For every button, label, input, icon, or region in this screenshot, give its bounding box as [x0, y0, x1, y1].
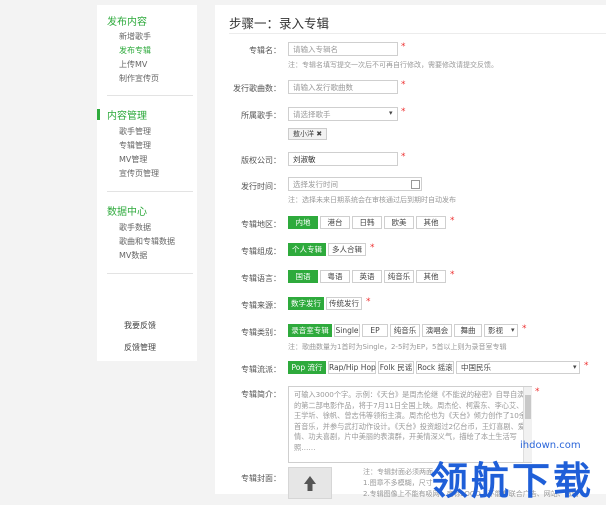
release-time-label: 发行时间：	[241, 182, 281, 191]
genre-option[interactable]: Pop 流行	[288, 361, 326, 374]
song-count-input[interactable]: 请输入发行歌曲数	[288, 80, 398, 94]
sidebar-item-artist-manage[interactable]: 歌手管理	[119, 126, 151, 137]
region-option[interactable]: 欧美	[384, 216, 414, 229]
release-time-input[interactable]: 选择发行时间	[288, 177, 422, 191]
sidebar-item-artist-data[interactable]: 歌手数据	[119, 222, 151, 233]
chevron-down-icon: ▾	[511, 326, 515, 334]
chevron-down-icon: ▾	[389, 109, 393, 117]
language-option[interactable]: 英语	[352, 270, 382, 283]
language-label: 专辑语言：	[241, 274, 281, 283]
main-panel: 步骤一：录入专辑 专辑名： 请输入专辑名 * 注：专辑名填写提交一次后不可再自行…	[215, 5, 606, 499]
genre-option[interactable]: Folk 民谣	[378, 361, 414, 374]
sidebar-item-song-album-data[interactable]: 歌曲和专辑数据	[119, 236, 175, 247]
sidebar: 发布内容 新增歌手 发布专辑 上传MV 制作宣传页 内容管理 歌手管理 专辑管理…	[97, 5, 197, 361]
album-name-hint: 注：专辑名填写提交一次后不可再自行修改，需要修改请提交反馈。	[288, 61, 498, 69]
category-option[interactable]: 录音室专辑	[288, 324, 332, 337]
sidebar-item-publish-album[interactable]: 发布专辑	[119, 45, 151, 56]
category-option[interactable]: Single	[334, 324, 360, 337]
group-option[interactable]: 个人专辑	[288, 243, 326, 256]
sidebar-item-mv-manage[interactable]: MV管理	[119, 154, 147, 165]
calendar-icon[interactable]	[411, 180, 420, 189]
section-title-manage: 内容管理	[107, 111, 147, 122]
release-time-hint: 注：选择未来日期系统会在审核通过后到期时自动发布	[288, 196, 456, 204]
language-option[interactable]: 其他	[416, 270, 446, 283]
category-option[interactable]: 舞曲	[454, 324, 482, 337]
sidebar-divider	[107, 191, 193, 192]
language-option[interactable]: 粤语	[320, 270, 350, 283]
required-mark: *	[450, 216, 455, 226]
required-mark: *	[584, 361, 589, 371]
language-option[interactable]: 纯音乐	[384, 270, 414, 283]
required-mark: *	[401, 107, 406, 117]
artist-select[interactable]: 请选择歌手	[288, 107, 398, 121]
required-mark: *	[535, 387, 540, 397]
watermark-logo: 领航下载	[430, 459, 595, 503]
artist-label: 所属歌手：	[241, 111, 281, 120]
required-mark: *	[370, 243, 375, 253]
region-label: 专辑地区：	[241, 220, 281, 229]
section-title-publish: 发布内容	[107, 17, 147, 28]
category-option[interactable]: 演唱会	[422, 324, 452, 337]
feedback-link[interactable]: 我要反馈	[124, 320, 156, 331]
feedback-manage-link[interactable]: 反馈管理	[124, 342, 156, 353]
sidebar-item-make-promo[interactable]: 制作宣传页	[119, 73, 159, 84]
sidebar-item-upload-mv[interactable]: 上传MV	[119, 59, 147, 70]
cover-hint: 注：专辑封面必须两面	[363, 468, 433, 476]
section-active-bar	[97, 109, 100, 120]
category-option[interactable]: EP	[362, 324, 388, 337]
genre-label: 专辑流派：	[241, 365, 281, 374]
required-mark: *	[450, 270, 455, 280]
album-name-label: 专辑名：	[249, 46, 281, 55]
genre-option[interactable]: Rap/Hip Hop	[328, 361, 376, 374]
copyright-label: 版权公司：	[241, 156, 281, 165]
song-count-label: 发行歌曲数：	[233, 84, 281, 93]
sidebar-divider	[107, 95, 193, 96]
sidebar-item-add-artist[interactable]: 新增歌手	[119, 31, 151, 42]
sidebar-divider	[107, 273, 193, 274]
page-title: 步骤一：录入专辑	[229, 16, 330, 31]
source-label: 专辑来源：	[241, 301, 281, 310]
cover-upload[interactable]	[288, 467, 332, 499]
scrollbar-thumb[interactable]	[525, 395, 531, 419]
required-mark: *	[401, 80, 406, 90]
cover-hint: 1.图章不多模糊，尺寸	[363, 479, 433, 487]
sidebar-item-promo-manage[interactable]: 宣传页管理	[119, 168, 159, 179]
chevron-down-icon: ▾	[573, 363, 577, 371]
cover-label: 专辑封面：	[241, 474, 281, 483]
section-title-data: 数据中心	[107, 207, 147, 218]
group-option[interactable]: 多人合辑	[328, 243, 366, 256]
category-option[interactable]: 纯音乐	[390, 324, 420, 337]
genre-option[interactable]: Rock 摇滚	[416, 361, 454, 374]
group-label: 专辑组成：	[241, 247, 281, 256]
source-option[interactable]: 数字发行	[288, 297, 324, 310]
sidebar-item-mv-data[interactable]: MV数据	[119, 250, 147, 261]
required-mark: *	[401, 152, 406, 162]
required-mark: *	[401, 42, 406, 52]
category-hint: 注：歌曲数量为1首时为Single，2-5时为EP，5首以上则为录音室专辑	[288, 343, 507, 351]
required-mark: *	[522, 324, 527, 334]
region-option[interactable]: 其他	[416, 216, 446, 229]
region-option[interactable]: 港台	[320, 216, 350, 229]
intro-label: 专辑简介：	[241, 390, 281, 399]
genre-select[interactable]: 中国民乐	[456, 361, 580, 374]
language-option[interactable]: 国语	[288, 270, 318, 283]
sidebar-item-album-manage[interactable]: 专辑管理	[119, 140, 151, 151]
category-label: 专辑类别：	[241, 328, 281, 337]
region-option[interactable]: 日韩	[352, 216, 382, 229]
required-mark: *	[366, 297, 371, 307]
album-name-input[interactable]: 请输入专辑名	[288, 42, 398, 56]
heading-divider	[229, 33, 606, 34]
region-option[interactable]: 内地	[288, 216, 318, 229]
artist-tag[interactable]: 敖小洋 ✖	[288, 128, 328, 140]
source-option[interactable]: 传统发行	[326, 297, 362, 310]
copyright-input[interactable]: 刘淑敏	[288, 152, 398, 166]
